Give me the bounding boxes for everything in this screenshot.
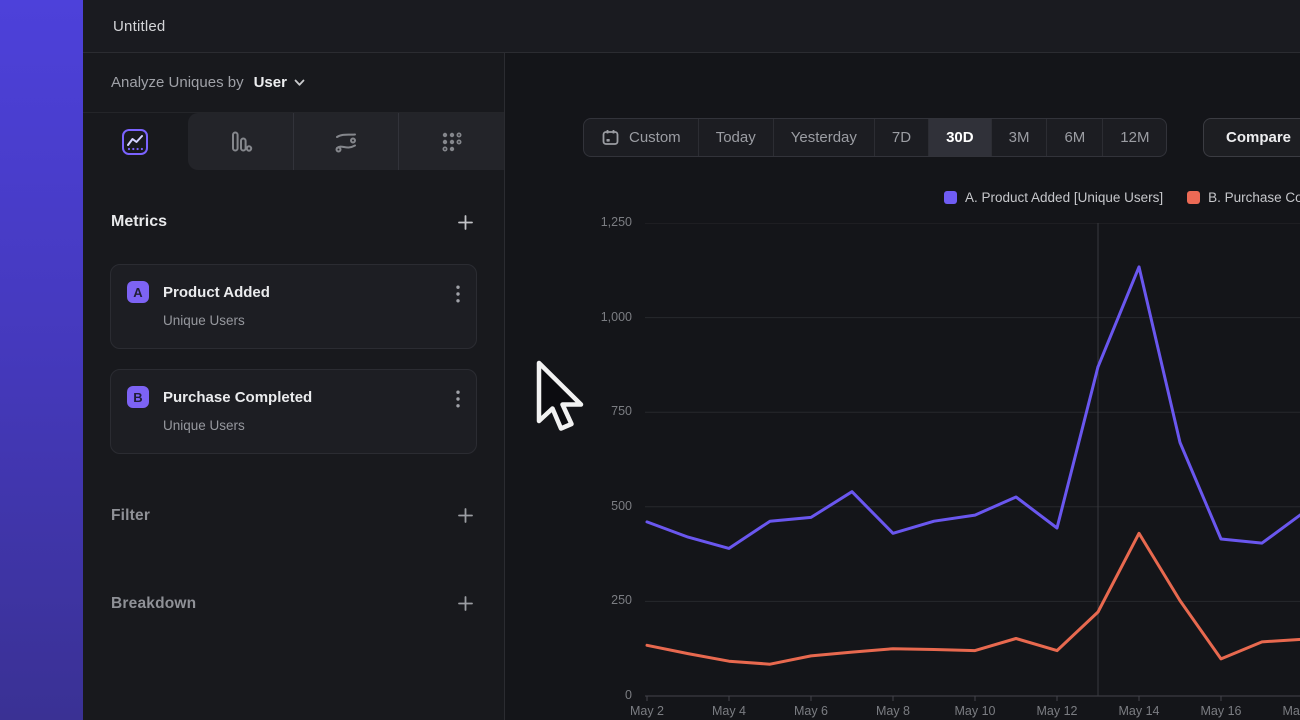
add-breakdown-button[interactable] [454,593,476,615]
date-range-label: 30D [946,129,974,146]
legend-item[interactable]: B. Purchase Completed [Unique Users] [1187,190,1300,205]
metrics-heading: Metrics [111,213,167,231]
date-range-today[interactable]: Today [698,119,773,156]
series-line [647,267,1300,549]
metrics-section-header: Metrics [83,206,504,238]
breakdown-heading: Breakdown [111,595,196,613]
y-tick-label: 250 [570,593,632,607]
chevron-down-icon [294,79,305,87]
chart-type-tabs [83,113,504,170]
metric-b-menu-button[interactable] [454,388,462,415]
x-tick-label: May 16 [1189,704,1253,718]
x-tick-label: May 2 [615,704,679,718]
x-tick-label: May 12 [1025,704,1089,718]
compare-button[interactable]: Compare [1203,118,1300,157]
filter-section-header: Filter [83,498,504,533]
analyze-by-value: User [254,74,287,91]
analyze-by-row: Analyze Uniques by User [83,53,504,113]
legend-swatch [944,191,957,204]
left-accent-strip [0,0,83,720]
x-tick-label: May 6 [779,704,843,718]
legend-label: A. Product Added [Unique Users] [965,190,1163,205]
analyze-by-label: Analyze Uniques by [111,74,244,91]
metric-b-name: Purchase Completed [163,389,460,406]
metric-card-b[interactable]: B Purchase Completed Unique Users [110,369,477,454]
date-range-label: Today [716,129,756,146]
date-range-label: Custom [629,129,681,146]
grid-dots-icon [439,129,465,155]
x-tick-label: May 14 [1107,704,1171,718]
x-tick-label: May 4 [697,704,761,718]
analyze-by-dropdown[interactable]: User [254,74,305,91]
date-range-6m[interactable]: 6M [1046,119,1102,156]
metric-a-badge: A [127,281,149,303]
line-chart-plot[interactable] [645,223,1300,705]
date-range-label: Yesterday [791,129,857,146]
add-filter-button[interactable] [454,505,476,527]
y-tick-label: 0 [570,688,632,702]
tab-bar-chart[interactable] [188,113,293,170]
legend-label: B. Purchase Completed [Unique Users] [1208,190,1300,205]
date-range-label: 3M [1009,129,1030,146]
x-tick-label: May 18 [1271,704,1300,718]
metric-a-name: Product Added [163,284,460,301]
plus-icon [457,214,474,231]
breakdown-section-header: Breakdown [83,586,504,621]
date-range-control: Custom Today Yesterday 7D 30D 3M 6M 12M [583,118,1167,157]
calendar-icon [601,128,620,147]
kebab-menu-icon [456,390,460,408]
chart-panel: Custom Today Yesterday 7D 30D 3M 6M 12M Compare… [505,53,1300,720]
x-tick-label: May 10 [943,704,1007,718]
date-range-label: 7D [892,129,911,146]
query-sidebar: Analyze Uniques by User [83,53,505,720]
metric-b-badge: B [127,386,149,408]
legend-swatch [1187,191,1200,204]
metric-card-b-header: B Purchase Completed [111,370,476,408]
bar-chart-icon [227,129,253,155]
y-tick-label: 1,250 [570,215,632,229]
plus-icon [457,595,474,612]
tab-line-chart[interactable] [83,113,188,170]
filter-heading: Filter [111,507,150,525]
chart-legend: A. Product Added [Unique Users] B. Purcha… [944,190,1300,205]
line-chart-icon [121,128,149,156]
date-range-yesterday[interactable]: Yesterday [773,119,874,156]
chart-type-tab-group [188,113,504,170]
metric-b-measurement: Unique Users [163,418,476,433]
x-tick-label: May 8 [861,704,925,718]
y-tick-label: 750 [570,404,632,418]
top-bar: Untitled [83,0,1300,53]
tab-grid[interactable] [398,113,504,170]
report-title: Untitled [113,18,165,35]
y-tick-label: 500 [570,499,632,513]
tab-flows[interactable] [293,113,399,170]
series-line [647,533,1300,664]
date-range-7d[interactable]: 7D [874,119,928,156]
add-metric-button[interactable] [454,211,476,233]
flows-icon [333,129,359,155]
analytics-app: { "window": { "title": "Untitled" }, "si… [0,0,1300,720]
metric-a-menu-button[interactable] [454,283,462,310]
date-range-custom[interactable]: Custom [584,119,698,156]
metric-a-measurement: Unique Users [163,313,476,328]
date-range-label: 12M [1120,129,1149,146]
kebab-menu-icon [456,285,460,303]
metric-card-a[interactable]: A Product Added Unique Users [110,264,477,349]
date-range-3m[interactable]: 3M [991,119,1047,156]
metric-card-a-header: A Product Added [111,265,476,303]
date-range-30d[interactable]: 30D [928,119,991,156]
date-range-label: 6M [1064,129,1085,146]
legend-item[interactable]: A. Product Added [Unique Users] [944,190,1163,205]
y-tick-label: 1,000 [570,310,632,324]
date-range-12m[interactable]: 12M [1102,119,1166,156]
plus-icon [457,507,474,524]
